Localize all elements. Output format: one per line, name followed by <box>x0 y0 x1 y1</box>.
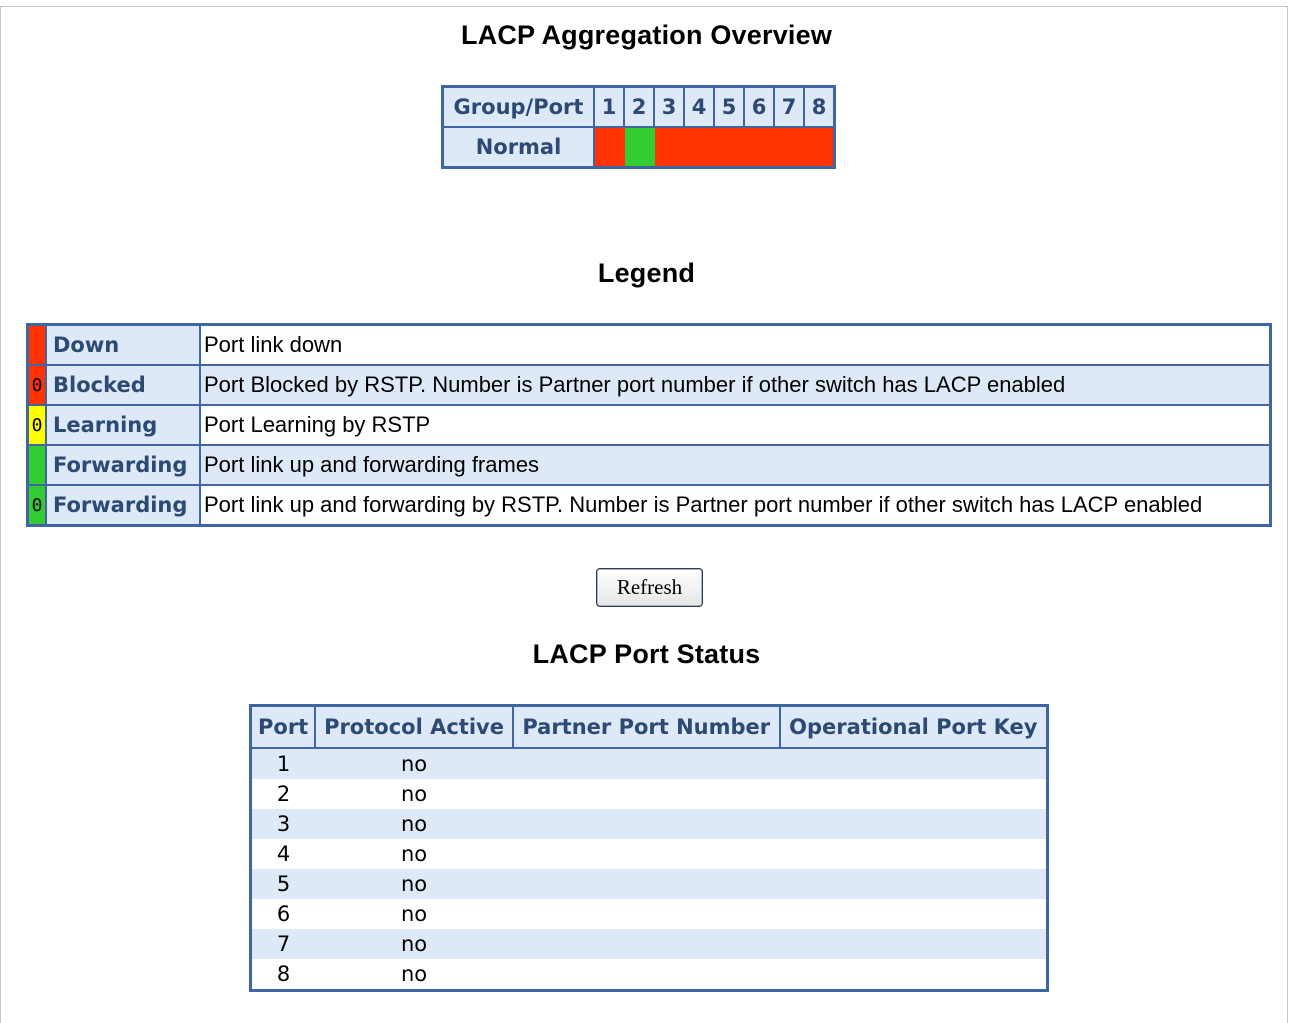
port-state-7 <box>773 128 804 166</box>
legend-swatch <box>26 444 47 486</box>
partner-port-cell <box>512 929 780 959</box>
partner-port-cell <box>512 869 780 899</box>
port-state-6 <box>743 128 774 166</box>
protocol-active-cell: no <box>315 748 513 779</box>
partner-port-cell <box>512 748 780 779</box>
legend-state-name: Down <box>45 323 201 366</box>
port-key-cell <box>779 748 1048 779</box>
legend-swatch <box>26 323 47 366</box>
table-row: 5 no <box>250 869 1048 899</box>
port-state-2 <box>624 128 655 166</box>
aggregation-overview-table: Group/Port 1 2 3 4 5 6 7 8 Normal <box>441 85 836 169</box>
port-header-1: 1 <box>593 85 625 128</box>
group-port-header: Group/Port <box>441 85 595 128</box>
protocol-active-cell: no <box>315 869 513 899</box>
port-key-cell <box>779 869 1048 899</box>
port-status-table: Port Protocol Active Partner Port Number… <box>249 704 1049 992</box>
table-row: 3 no <box>250 809 1048 839</box>
legend-row: 0 Learning Port Learning by RSTP <box>26 404 1272 446</box>
refresh-button[interactable]: Refresh <box>596 568 703 607</box>
legend-state-name: Forwarding <box>45 484 201 527</box>
column-protocol-active: Protocol Active <box>314 704 514 749</box>
legend-description: Port Blocked by RSTP. Number is Partner … <box>199 364 1272 406</box>
legend-description: Port link down <box>199 323 1272 366</box>
port-header-3: 3 <box>653 85 685 128</box>
port-header-2: 2 <box>623 85 655 128</box>
port-cell: 4 <box>250 839 316 869</box>
port-header-7: 7 <box>773 85 805 128</box>
legend-description: Port link up and forwarding frames <box>199 444 1272 486</box>
port-cell: 1 <box>250 748 316 779</box>
port-header-4: 4 <box>683 85 715 128</box>
legend-state-name: Forwarding <box>45 444 201 486</box>
port-cell: 3 <box>250 809 316 839</box>
legend-swatch: 0 <box>26 404 47 446</box>
table-row: 2 no <box>250 779 1048 809</box>
port-key-cell <box>779 809 1048 839</box>
protocol-active-cell: no <box>315 809 513 839</box>
protocol-active-cell: no <box>315 779 513 809</box>
protocol-active-cell: no <box>315 959 513 991</box>
port-state-5 <box>714 128 744 166</box>
port-header-8: 8 <box>803 85 836 128</box>
port-state-1 <box>595 128 625 166</box>
port-key-cell <box>779 929 1048 959</box>
partner-port-cell <box>512 779 780 809</box>
port-header-6: 6 <box>743 85 775 128</box>
table-row: 8 no <box>250 959 1048 991</box>
legend-swatch: 0 <box>26 364 47 406</box>
port-state-8 <box>803 128 833 166</box>
protocol-active-cell: no <box>315 899 513 929</box>
legend-row: 0 Blocked Port Blocked by RSTP. Number is … <box>26 364 1272 406</box>
port-key-cell <box>779 899 1048 929</box>
protocol-active-cell: no <box>315 929 513 959</box>
legend-title: Legend <box>597 258 696 288</box>
legend-row: Down Port link down <box>26 323 1272 366</box>
overview-title: LACP Aggregation Overview <box>460 20 833 50</box>
legend-description: Port Learning by RSTP <box>199 404 1272 446</box>
port-cell: 5 <box>250 869 316 899</box>
port-header-5: 5 <box>713 85 745 128</box>
port-cell: 8 <box>250 959 316 991</box>
legend-row: 0 Forwarding Port link up and forwarding b… <box>26 484 1272 527</box>
port-key-cell <box>779 779 1048 809</box>
column-operational-port-key: Operational Port Key <box>778 704 1049 749</box>
partner-port-cell <box>512 839 780 869</box>
protocol-active-cell: no <box>315 839 513 869</box>
legend-description: Port link up and forwarding by RSTP. Num… <box>199 484 1272 527</box>
port-status-title: LACP Port Status <box>532 639 761 669</box>
port-cell: 7 <box>250 929 316 959</box>
partner-port-cell <box>512 959 780 991</box>
table-row: 1 no <box>250 748 1048 779</box>
partner-port-cell <box>512 899 780 929</box>
port-state-4 <box>684 128 714 166</box>
column-partner-port-number: Partner Port Number <box>511 704 781 749</box>
port-key-cell <box>779 959 1048 991</box>
port-state-strip <box>594 127 835 168</box>
group-normal-label: Normal <box>441 126 595 169</box>
partner-port-cell <box>512 809 780 839</box>
table-row: 6 no <box>250 899 1048 929</box>
legend-state-name: Learning <box>45 404 201 446</box>
table-row: 7 no <box>250 929 1048 959</box>
port-key-cell <box>779 839 1048 869</box>
port-cell: 6 <box>250 899 316 929</box>
legend-table: Down Port link down 0 Blocked Port Blocked b… <box>26 323 1272 527</box>
table-row: 4 no <box>250 839 1048 869</box>
port-state-3 <box>654 128 685 166</box>
column-port: Port <box>249 704 317 749</box>
legend-swatch: 0 <box>26 484 47 527</box>
legend-state-name: Blocked <box>45 364 201 406</box>
port-state-cells <box>595 128 833 166</box>
port-cell: 2 <box>250 779 316 809</box>
legend-row: Forwarding Port link up and forwarding fr… <box>26 444 1272 486</box>
